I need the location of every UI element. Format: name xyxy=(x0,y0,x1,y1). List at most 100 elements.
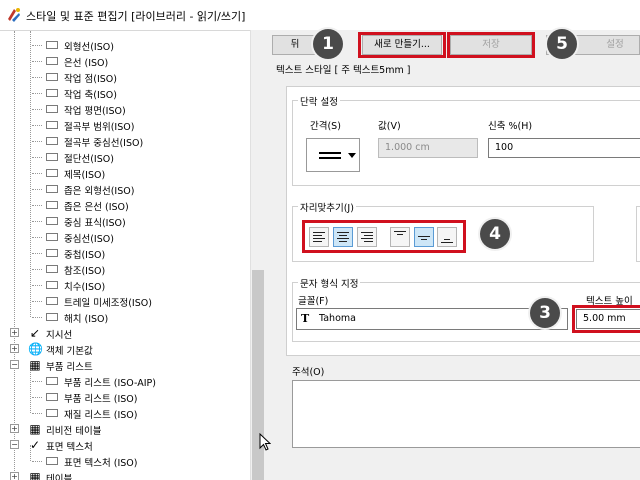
tree-node-parts-list[interactable]: − ▦ 부품 리스트 xyxy=(0,357,250,373)
style-editor-app-icon xyxy=(8,8,20,22)
tree-item-style[interactable]: 중첩(ISO) xyxy=(0,245,250,261)
tree-node-leader[interactable]: + ↙ 지시선 xyxy=(0,325,250,341)
tree-item-style[interactable]: 절곡부 범위(ISO) xyxy=(0,117,250,133)
style-document-icon xyxy=(46,41,58,49)
tree-connector xyxy=(32,141,42,142)
style-document-icon xyxy=(46,265,58,273)
font-name: Tahoma xyxy=(319,313,356,324)
justification-title: 자리맞추기(J) xyxy=(298,200,356,214)
style-document-icon xyxy=(46,249,58,257)
tree-item-style[interactable]: 좁은 외형선(ISO) xyxy=(0,181,250,197)
line-spacing-bar-bottom xyxy=(319,157,341,159)
tree-item-style[interactable]: 작업 축(ISO) xyxy=(0,85,250,101)
globe-icon: 🌐 xyxy=(28,342,43,356)
tree-connector xyxy=(32,221,42,222)
style-document-icon xyxy=(46,297,58,305)
value-label: 값(V) xyxy=(378,121,401,132)
font-label: 글꼴(F) xyxy=(298,296,329,307)
spacing-value-input[interactable]: 1.000 cm xyxy=(378,138,478,158)
style-document-icon xyxy=(46,169,58,177)
style-document-icon xyxy=(46,185,58,193)
tree-connector xyxy=(32,125,42,126)
tree-node-label: 리비전 테이블 xyxy=(46,426,102,437)
style-document-icon xyxy=(46,89,58,97)
tree-item-label: 은선 (ISO) xyxy=(64,58,109,69)
new-style-highlight xyxy=(358,32,446,58)
paragraph-settings-title: 단락 설정 xyxy=(298,94,340,108)
tree-item-style[interactable]: 절곡부 중심선(ISO) xyxy=(0,133,250,149)
tree-item-label: 좁은 외형선(ISO) xyxy=(64,186,135,197)
table-icon: ▦ xyxy=(29,422,41,436)
tree-item-label: 작업 축(ISO) xyxy=(64,90,117,101)
comments-textarea[interactable] xyxy=(292,380,640,448)
tree-item-style[interactable]: 은선 (ISO) xyxy=(0,53,250,69)
callout-badge-4: 4 xyxy=(480,219,510,249)
style-document-icon xyxy=(46,281,58,289)
collapse-icon[interactable]: − xyxy=(10,360,19,369)
tree-item-label: 작업 평면(ISO) xyxy=(64,106,126,117)
tree-connector xyxy=(32,317,42,318)
tree-item-style[interactable]: 참조(ISO) xyxy=(0,261,250,277)
tree-item-label: 재질 리스트 (ISO) xyxy=(64,410,138,421)
style-document-icon xyxy=(46,377,58,385)
table-icon: ▦ xyxy=(29,358,41,372)
tree-item-parts-list[interactable]: 재질 리스트 (ISO) xyxy=(0,405,250,421)
leader-icon: ↙ xyxy=(29,326,41,340)
tree-connector xyxy=(32,93,42,94)
chevron-down-icon xyxy=(348,153,356,158)
style-document-icon xyxy=(46,457,58,465)
expand-icon[interactable]: + xyxy=(10,344,19,353)
tree-connector xyxy=(32,77,42,78)
expand-icon[interactable]: + xyxy=(10,424,19,433)
tree-connector xyxy=(32,269,42,270)
tree-item-label: 중심 표식(ISO) xyxy=(64,218,126,229)
expand-icon[interactable]: + xyxy=(10,472,19,480)
collapse-icon[interactable]: − xyxy=(10,440,19,449)
tree-item-style[interactable]: 작업 평면(ISO) xyxy=(0,101,250,117)
line-spacing-dropdown[interactable] xyxy=(306,138,360,172)
tree-connector xyxy=(32,45,42,46)
tree-connector xyxy=(32,397,42,398)
tree-item-style[interactable]: 치수(ISO) xyxy=(0,277,250,293)
tree-item-parts-list[interactable]: 부품 리스트 (ISO) xyxy=(0,389,250,405)
tree-node-label: 지시선 xyxy=(46,330,73,341)
style-document-icon xyxy=(46,121,58,129)
tree-item-label: 해치 (ISO) xyxy=(64,314,109,325)
style-document-icon xyxy=(46,153,58,161)
tree-node-revision-table[interactable]: + ▦ 리비전 테이블 xyxy=(0,421,250,437)
tree-item-parts-list[interactable]: 부품 리스트 (ISO-AIP) xyxy=(0,373,250,389)
tree-node-object-defaults[interactable]: + 🌐 객체 기본값 xyxy=(0,341,250,357)
expand-icon[interactable]: + xyxy=(10,328,19,337)
tree-node-table[interactable]: + ▦ 테이블 xyxy=(0,469,250,480)
table-icon: ▦ xyxy=(29,470,41,480)
tree-item-style[interactable]: 제목(ISO) xyxy=(0,165,250,181)
stretch-percent-input[interactable]: 100 xyxy=(488,138,640,158)
tree-connector xyxy=(32,381,42,382)
tree-item-label: 부품 리스트 (ISO) xyxy=(64,394,138,405)
tree-node-label: 표면 텍스처 xyxy=(46,442,93,453)
tree-connector xyxy=(32,109,42,110)
tree-item-style[interactable]: 절단선(ISO) xyxy=(0,149,250,165)
tree-item-style[interactable]: 중심 표식(ISO) xyxy=(0,213,250,229)
font-dropdown[interactable]: T Tahoma xyxy=(296,308,568,330)
back-button[interactable]: 뒤 xyxy=(272,35,318,55)
text-style-header: 텍스트 스타일 [ 주 텍스트5mm ] xyxy=(276,65,411,76)
tree-item-style[interactable]: 트레일 미세조정(ISO) xyxy=(0,293,250,309)
tree-connector xyxy=(32,205,42,206)
tree-item-style[interactable]: 좁은 은선 (ISO) xyxy=(0,197,250,213)
tree-item-style[interactable]: 해치 (ISO) xyxy=(0,309,250,325)
tree-item-style[interactable]: 중심선(ISO) xyxy=(0,229,250,245)
style-document-icon xyxy=(46,233,58,241)
style-document-icon xyxy=(46,393,58,401)
tree-connector xyxy=(32,285,42,286)
tree-item-label: 제목(ISO) xyxy=(64,170,106,181)
tree-node-surface-texture[interactable]: − ✓ 표면 텍스처 xyxy=(0,437,250,453)
back-button-label: 뒤 xyxy=(290,39,300,50)
tree-item-surface-texture[interactable]: 표면 텍스처 (ISO) xyxy=(0,453,250,469)
line-spacing-bar-top xyxy=(319,152,341,154)
stretch-label: 신축 %(H) xyxy=(488,121,533,132)
tree-item-style[interactable]: 작업 점(ISO) xyxy=(0,69,250,85)
style-document-icon xyxy=(46,73,58,81)
tree-connector xyxy=(32,189,42,190)
tree-item-style[interactable]: 외형선(ISO) xyxy=(0,37,250,53)
